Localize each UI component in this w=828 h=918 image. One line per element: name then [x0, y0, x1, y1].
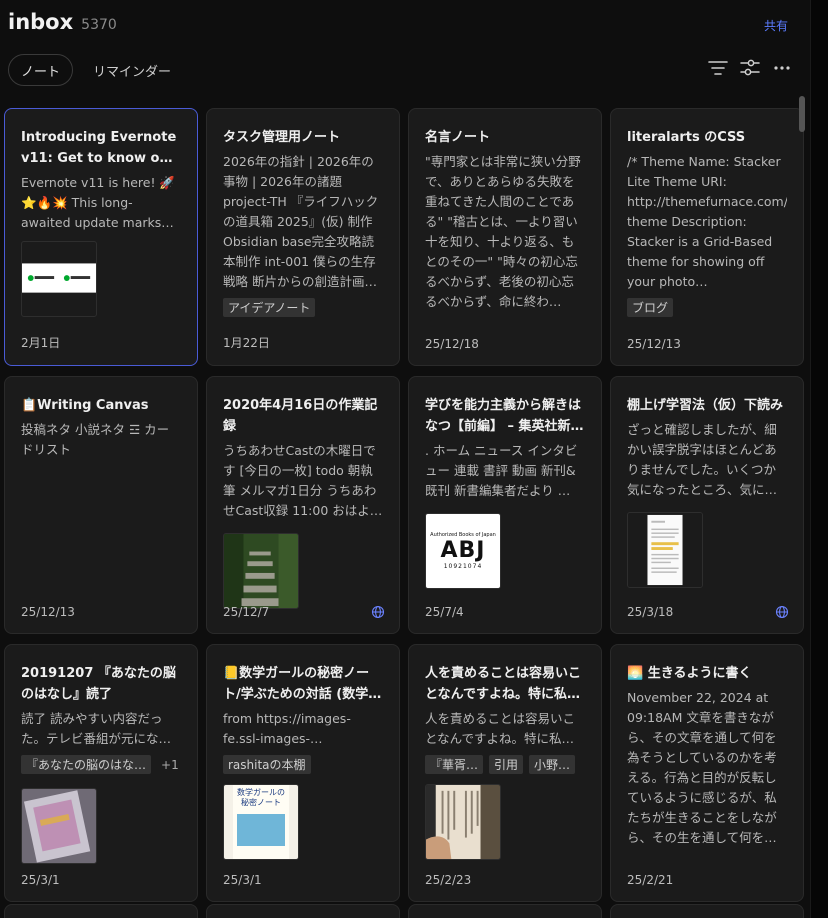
note-title: 📋Writing Canvas — [21, 398, 149, 413]
tag[interactable]: 小野… — [529, 755, 576, 774]
thumb-code: 10921074 — [443, 562, 483, 570]
note-snippet: 読了 読みやすい内容だった。テレビ番組が元にな… — [21, 711, 172, 746]
book-cover-thumbnail: 数学ガールの秘密ノート — [223, 784, 299, 860]
note-title: タスク管理用ノート — [223, 130, 341, 145]
note-snippet: うちあわせCastの木曜日です [今日の一枚] todo 朝執筆 メルマガ1日分… — [223, 443, 383, 518]
note-grid: Introducing Evernote v11: Get to know ou… — [4, 108, 804, 902]
tag[interactable]: 『華胥… — [425, 755, 484, 774]
note-card[interactable]: 🌅 生きるように書く November 22, 2024 at 09:18AM … — [610, 644, 804, 902]
note-card[interactable] — [206, 904, 400, 918]
note-card[interactable]: 📋Writing Canvas 投稿ネタ 小説ネタ ☲ カードリスト 25/12… — [4, 376, 198, 634]
note-snippet: from https://images-fe.ssl-images-… — [223, 711, 351, 746]
tag[interactable]: rashitaの本棚 — [223, 755, 311, 774]
note-title: 棚上げ学習法（仮）下読み — [627, 398, 784, 413]
note-card[interactable]: Introducing Evernote v11: Get to know ou… — [4, 108, 198, 366]
page-title: inbox — [8, 10, 74, 34]
note-date: 25/12/7 — [223, 605, 270, 619]
tag[interactable]: 『あなたの脳のはな… — [21, 755, 152, 774]
note-card[interactable] — [408, 904, 602, 918]
note-count: 5370 — [81, 17, 117, 33]
note-card[interactable] — [4, 904, 198, 918]
note-snippet: Evernote v11 is here! 🚀⭐🔥💥 This long-awa… — [21, 175, 175, 230]
abj-logo-thumbnail: Authorized Books of Japan ABJ 10921074 — [425, 513, 501, 589]
title-row: inbox 5370 — [8, 10, 117, 34]
book-photo-thumbnail — [21, 788, 97, 864]
note-date: 25/12/18 — [425, 337, 479, 351]
note-snippet: 人を責めることは容易いことなんですよね。特に私… — [425, 711, 576, 746]
note-date: 1月22日 — [223, 336, 270, 350]
note-date: 25/3/1 — [223, 873, 262, 887]
tab-notes[interactable]: ノート — [8, 54, 74, 86]
note-title: 名言ノート — [425, 130, 491, 145]
sort-lines-icon[interactable] — [708, 58, 728, 78]
web-clip-icon — [775, 605, 789, 619]
note-title: 20191207 『あなたの脳のはなし』読了 — [21, 666, 176, 702]
toolbar — [708, 58, 792, 78]
note-snippet: . ホーム ニュース インタビュー 連載 書評 動画 新刊&既刊 新書編集者だよ… — [425, 443, 578, 498]
note-title: Introducing Evernote v11: Get to know ou… — [21, 130, 177, 166]
tag-list: rashitaの本棚 — [223, 755, 383, 774]
note-card[interactable]: タスク管理用ノート 2026年の指針 | 2026年の事物 | 2026年の諸題… — [206, 108, 400, 366]
note-snippet: 2026年の指針 | 2026年の事物 | 2026年の諸題 project-T… — [223, 154, 379, 289]
tag[interactable]: アイデアノート — [223, 298, 316, 317]
note-card[interactable]: 2020年4月16日の作業記録 うちあわせCastの木曜日です [今日の一枚] … — [206, 376, 400, 634]
note-date: 25/7/4 — [425, 605, 464, 619]
scrollbar-thumb[interactable] — [799, 96, 805, 132]
note-card[interactable]: 20191207 『あなたの脳のはなし』読了 読了 読みやすい内容だった。テレビ… — [4, 644, 198, 902]
note-card[interactable]: literalarts のCSS /* Theme Name: Stacker … — [610, 108, 804, 366]
inbox-header: inbox 5370 共有 ノート リマインダー — [0, 0, 828, 100]
note-title: 📒数学ガールの秘密ノート/学ぶための対話 (数学… — [223, 666, 382, 702]
more-horizontal-icon[interactable] — [772, 58, 792, 78]
thumb-logo-text: ABJ — [440, 537, 486, 563]
note-date: 25/3/1 — [21, 873, 60, 887]
more-tags-count[interactable]: +1 — [161, 758, 179, 772]
note-snippet: ざっと確認しましたが、細かい誤字脱字はほとんどありませんでした。いくつか気になっ… — [627, 422, 778, 497]
note-title: 2020年4月16日の作業記録 — [223, 398, 378, 434]
web-clip-icon — [371, 605, 385, 619]
reading-photo-thumbnail — [425, 784, 501, 860]
note-title: 🌅 生きるように書く — [627, 666, 752, 681]
note-snippet: /* Theme Name: Stacker Lite Theme URI: h… — [627, 154, 787, 289]
note-card[interactable]: 棚上げ学習法（仮）下読み ざっと確認しましたが、細かい誤字脱字はほとんどありませ… — [610, 376, 804, 634]
note-date: 25/12/13 — [627, 337, 681, 351]
note-card[interactable]: 📒数学ガールの秘密ノート/学ぶための対話 (数学… from https://i… — [206, 644, 400, 902]
sliders-icon[interactable] — [740, 58, 760, 78]
note-date: 25/3/18 — [627, 605, 674, 619]
note-snippet: "専門家とは非常に狭い分野で、ありとあらゆる失敗を重ねてきた人間のことである" … — [425, 154, 581, 309]
document-thumbnail — [627, 512, 703, 588]
note-card[interactable]: 名言ノート "専門家とは非常に狭い分野で、ありとあらゆる失敗を重ねてきた人間のこ… — [408, 108, 602, 366]
stairs-photo-thumbnail — [223, 533, 299, 609]
book-cover-title: 数学ガールの秘密ノート — [237, 788, 285, 807]
tag-list: ブログ — [627, 298, 787, 317]
note-card[interactable]: 学びを能力主義から解きはなつ【前編】 – 集英社新… . ホーム ニュース イン… — [408, 376, 602, 634]
tab-reminders[interactable]: リマインダー — [81, 54, 183, 86]
note-title: 学びを能力主義から解きはなつ【前編】 – 集英社新… — [425, 398, 584, 434]
tag[interactable]: 引用 — [489, 755, 524, 774]
tag[interactable]: ブログ — [627, 298, 674, 317]
view-tabs: ノート リマインダー — [8, 54, 183, 86]
note-grid-next-row — [4, 904, 804, 918]
window-edge — [810, 0, 828, 918]
evernote-logo-thumbnail — [21, 241, 97, 317]
tag-list: 『あなたの脳のはな… +1 — [21, 755, 181, 774]
tag-list: アイデアノート — [223, 298, 383, 317]
note-snippet: 投稿ネタ 小説ネタ ☲ カードリスト — [21, 422, 170, 457]
tag-list: 『華胥… 引用 小野… — [425, 755, 585, 774]
note-date: 25/2/21 — [627, 873, 674, 887]
note-date: 2月1日 — [21, 336, 61, 350]
note-title: literalarts のCSS — [627, 130, 746, 145]
note-card[interactable] — [610, 904, 804, 918]
note-date: 25/2/23 — [425, 873, 472, 887]
note-snippet: November 22, 2024 at 09:18AM 文章を書きながら、その… — [627, 690, 777, 845]
note-date: 25/12/13 — [21, 605, 75, 619]
share-button[interactable]: 共有 — [764, 17, 788, 34]
note-title: 人を責めることは容易いことなんですよね。特に私… — [425, 666, 582, 702]
note-card[interactable]: 人を責めることは容易いことなんですよね。特に私… 人を責めることは容易いことなん… — [408, 644, 602, 902]
